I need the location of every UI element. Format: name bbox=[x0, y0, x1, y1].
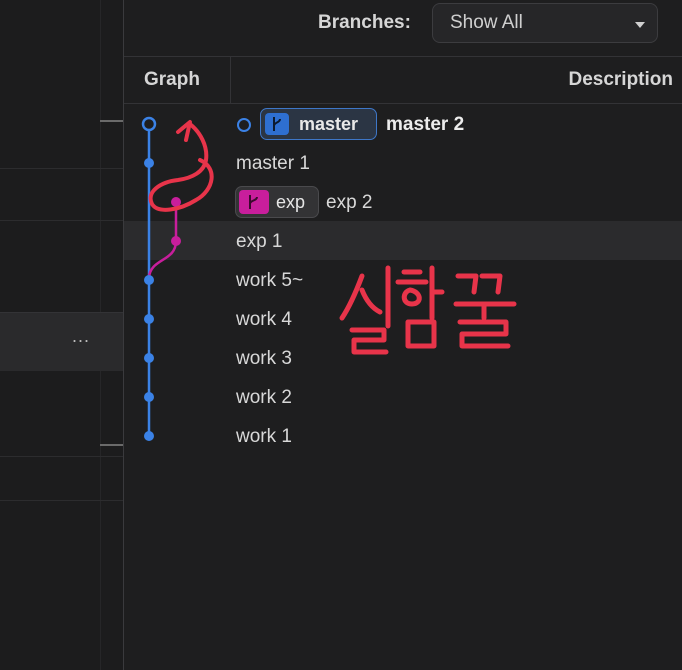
git-graph-window: ... Branches: Show All Graph Description bbox=[0, 0, 682, 670]
handwritten-annotation bbox=[148, 120, 517, 355]
annotation-korean-text-ink bbox=[339, 265, 517, 355]
annotation-arrow bbox=[148, 120, 214, 212]
